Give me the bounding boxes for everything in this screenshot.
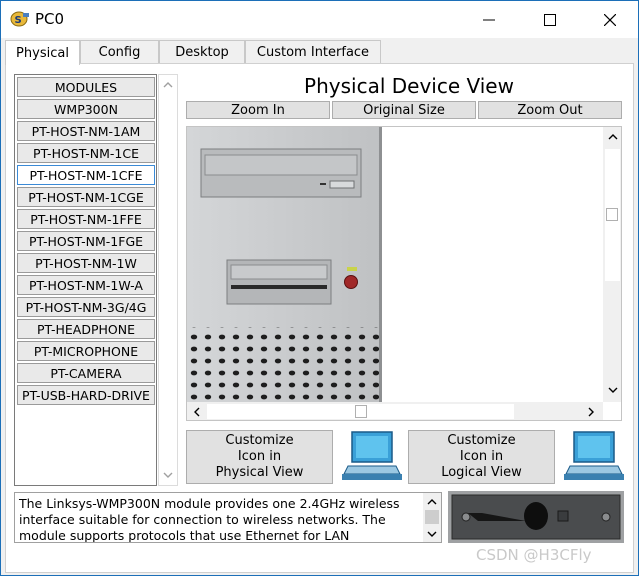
module-item-nm-1ffe[interactable]: PT-HOST-NM-1FFE xyxy=(17,209,155,229)
module-item-nm-3g-4g[interactable]: PT-HOST-NM-3G/4G xyxy=(17,297,155,317)
module-item-nm-1am[interactable]: PT-HOST-NM-1AM xyxy=(17,121,155,141)
scroll-up-icon[interactable] xyxy=(608,133,618,141)
modules-scrollbar[interactable] xyxy=(158,74,178,486)
module-item-nm-1w[interactable]: PT-HOST-NM-1W xyxy=(17,253,155,273)
module-item-wmp300n[interactable]: WMP300N xyxy=(17,99,155,119)
scroll-down-icon[interactable] xyxy=(163,471,173,479)
scroll-up-icon[interactable] xyxy=(163,81,173,89)
module-item-usb-hard-drive[interactable]: PT-USB-HARD-DRIVE xyxy=(17,385,155,405)
modules-list[interactable]: MODULES WMP300N PT-HOST-NM-1AM PT-HOST-N… xyxy=(14,74,157,486)
title-bar[interactable]: S PC0 xyxy=(0,0,639,38)
description-scroll-thumb[interactable] xyxy=(425,510,439,524)
zoom-in-button[interactable]: Zoom In xyxy=(186,101,330,119)
module-item-nm-1w-a[interactable]: PT-HOST-NM-1W-A xyxy=(17,275,155,295)
maximize-icon xyxy=(544,14,556,26)
close-button[interactable] xyxy=(588,1,632,39)
module-item-nm-1fge[interactable]: PT-HOST-NM-1FGE xyxy=(17,231,155,251)
maximize-button[interactable] xyxy=(528,1,572,39)
module-item-microphone[interactable]: PT-MICROPHONE xyxy=(17,341,155,361)
description-scrollbar[interactable] xyxy=(423,493,441,542)
customize-physical-view-button[interactable]: Customize Icon in Physical View xyxy=(186,430,333,484)
original-size-button[interactable]: Original Size xyxy=(332,101,476,119)
svg-text:S: S xyxy=(15,15,22,26)
module-item-nm-1cge[interactable]: PT-HOST-NM-1CGE xyxy=(17,187,155,207)
zoom-out-button[interactable]: Zoom Out xyxy=(478,101,622,119)
watermark: CSDN @H3CFly xyxy=(476,546,592,564)
tab-physical[interactable]: Physical xyxy=(5,40,80,65)
pc-case-image xyxy=(187,127,382,420)
pc-computer-icon xyxy=(340,430,402,488)
minimize-button[interactable] xyxy=(467,1,511,39)
app-icon: S xyxy=(10,10,30,28)
module-description[interactable]: The Linksys-WMP300N module provides one … xyxy=(14,492,442,543)
scroll-right-icon[interactable] xyxy=(587,407,595,417)
module-item-nm-1ce[interactable]: PT-HOST-NM-1CE xyxy=(17,143,155,163)
viewport-vscroll-thumb[interactable] xyxy=(606,208,618,221)
scroll-down-icon[interactable] xyxy=(608,386,618,394)
viewport-horizontal-scrollbar[interactable] xyxy=(187,402,603,420)
viewport-vertical-scrollbar[interactable] xyxy=(603,127,621,402)
module-item-camera[interactable]: PT-CAMERA xyxy=(17,363,155,383)
physical-view-title: Physical Device View xyxy=(304,74,514,98)
scroll-up-icon[interactable] xyxy=(427,498,437,506)
tab-desktop[interactable]: Desktop xyxy=(159,40,245,64)
pc-computer-icon xyxy=(562,430,624,488)
module-preview-image xyxy=(448,491,624,547)
minimize-icon xyxy=(483,19,495,21)
tab-custom-interface[interactable]: Custom Interface xyxy=(245,40,381,64)
window-title: PC0 xyxy=(35,10,65,28)
viewport-hscroll-thumb[interactable] xyxy=(355,405,367,418)
close-icon xyxy=(604,14,616,26)
customize-logical-view-button[interactable]: Customize Icon in Logical View xyxy=(408,430,555,484)
scroll-down-icon[interactable] xyxy=(427,530,437,538)
module-item-headphone[interactable]: PT-HEADPHONE xyxy=(17,319,155,339)
module-item-nm-1cfe[interactable]: PT-HOST-NM-1CFE xyxy=(17,165,155,185)
physical-device-viewport[interactable] xyxy=(186,126,622,421)
module-description-text: The Linksys-WMP300N module provides one … xyxy=(19,496,400,543)
tab-config[interactable]: Config xyxy=(80,40,159,64)
scroll-left-icon[interactable] xyxy=(193,407,201,417)
module-header: MODULES xyxy=(17,77,155,97)
